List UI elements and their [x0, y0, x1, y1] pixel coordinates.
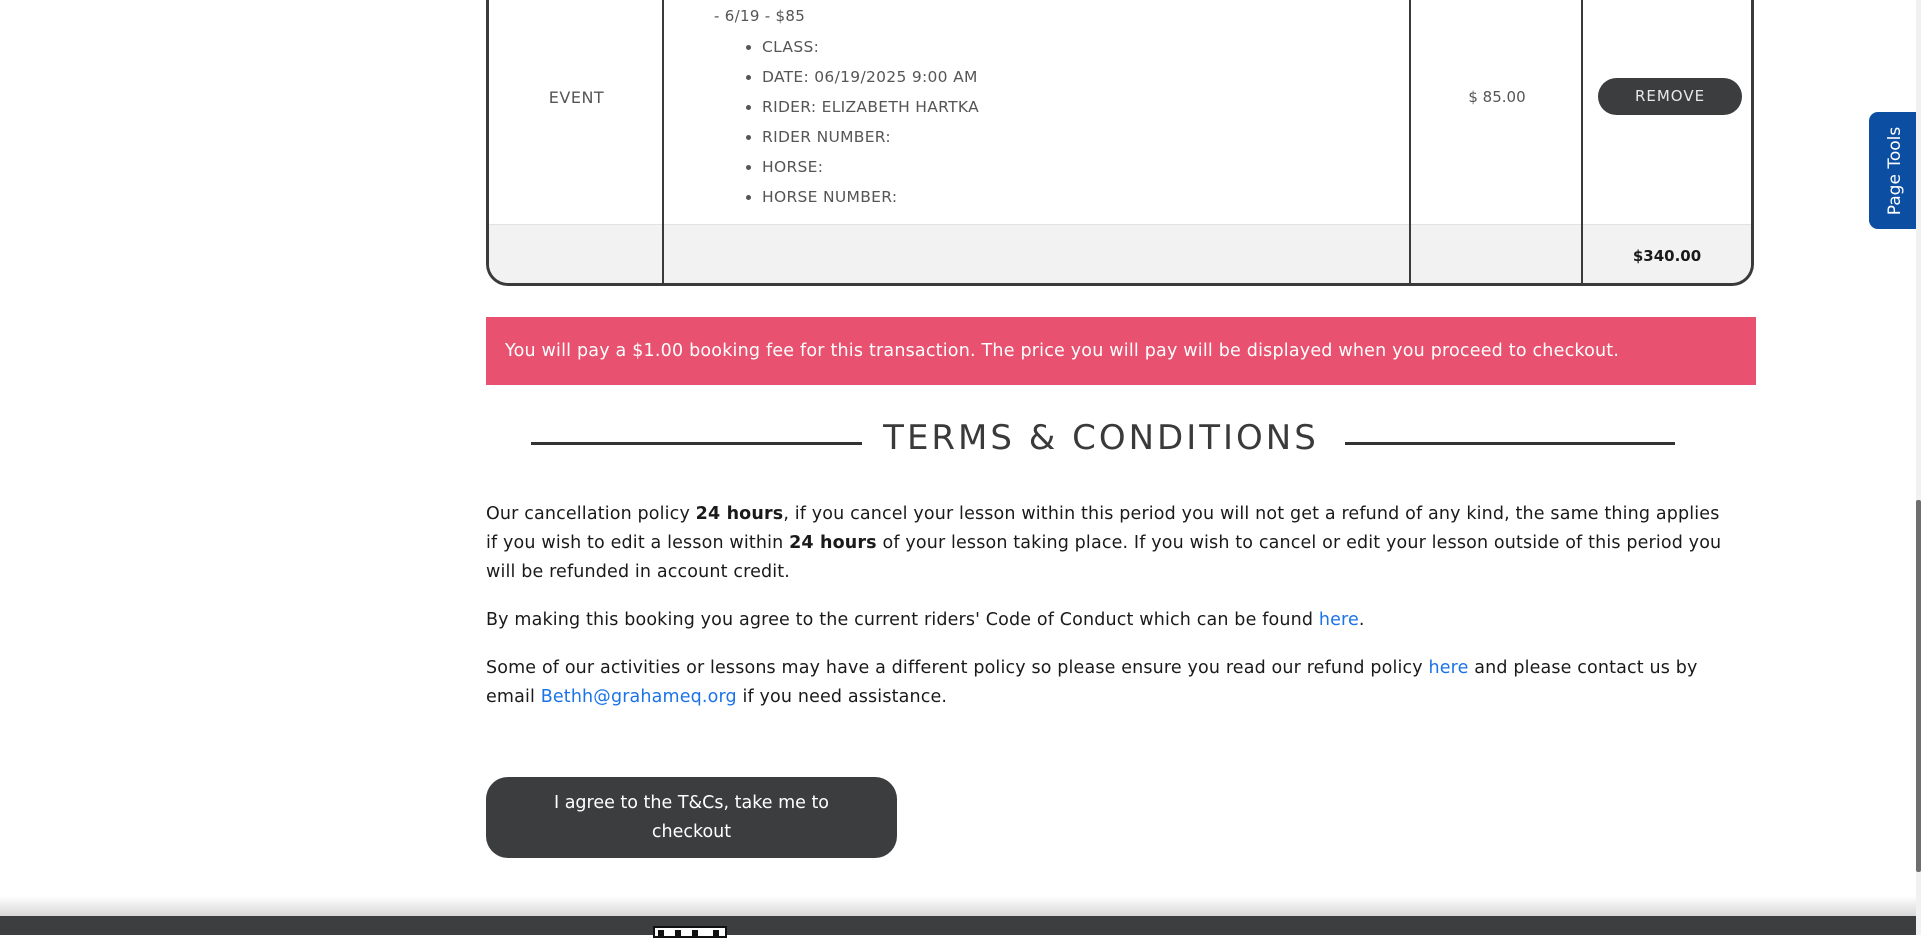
total-row: $340.00 [489, 224, 1751, 283]
list-item: CLASS: [762, 32, 979, 62]
item-details-list: CLASS: DATE: 06/19/2025 9:00 AM RIDER: E… [714, 32, 979, 212]
table-row: EVENT - 6/19 - $85 CLASS: DATE: 06/19/20… [489, 0, 1751, 224]
cancellation-policy-text: Our cancellation policy 24 hours, if you… [486, 504, 1722, 582]
refund-policy-text: Some of our activities or lessons may ha… [486, 658, 1698, 707]
divider [1345, 442, 1675, 445]
item-date-price: - 6/19 - $85 [714, 7, 806, 25]
booking-fee-notice: You will pay a $1.00 booking fee for thi… [486, 317, 1756, 385]
list-item: RIDER: ELIZABETH HARTKA [762, 92, 979, 122]
page-tools-label: Page Tools [1885, 126, 1905, 215]
footer [0, 916, 1921, 935]
item-action-cell: REMOVE [1583, 0, 1751, 224]
refund-policy-link[interactable]: here [1428, 658, 1468, 678]
page-tools-tab[interactable]: Page Tools [1869, 112, 1921, 229]
list-item: HORSE NUMBER: [762, 182, 979, 212]
qr-code-icon [653, 926, 727, 938]
remove-button[interactable]: REMOVE [1598, 77, 1742, 115]
list-item: DATE: 06/19/2025 9:00 AM [762, 62, 979, 92]
footer-shadow [0, 896, 1921, 916]
column-divider [1581, 0, 1583, 283]
item-price: $ 85.00 [1468, 88, 1526, 106]
cart-total: $340.00 [1632, 247, 1702, 265]
list-item: HORSE: [762, 152, 979, 182]
terms-heading: TERMS & CONDITIONS [486, 412, 1756, 472]
agree-checkout-button[interactable]: I agree to the T&Cs, take me to checkout [486, 777, 897, 858]
terms-body: Our cancellation policy 24 hours, if you… [486, 500, 1731, 731]
column-divider [1409, 0, 1411, 283]
scrollbar-thumb[interactable] [1916, 500, 1921, 872]
column-divider [662, 0, 664, 283]
terms-title: TERMS & CONDITIONS [883, 418, 1319, 458]
code-of-conduct-link[interactable]: here [1319, 610, 1359, 630]
cart-table: EVENT - 6/19 - $85 CLASS: DATE: 06/19/20… [486, 0, 1754, 286]
list-item: RIDER NUMBER: [762, 122, 979, 152]
contact-email-link[interactable]: Bethh@grahameq.org [541, 687, 737, 707]
item-type: EVENT [548, 87, 605, 107]
code-of-conduct-text: By making this booking you agree to the … [486, 610, 1365, 630]
